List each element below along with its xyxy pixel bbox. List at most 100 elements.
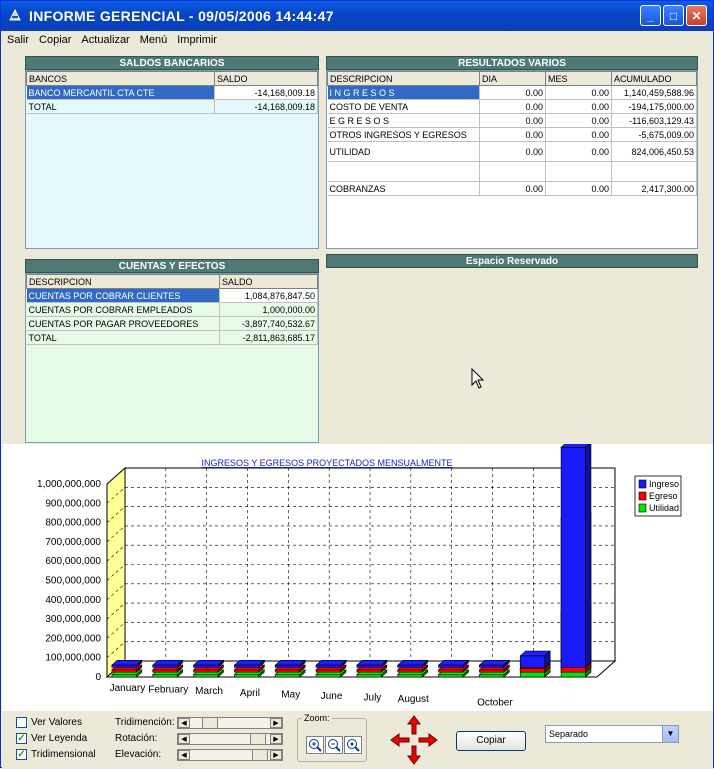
- cell-saldo[interactable]: -2,811,863,685.17: [219, 330, 318, 345]
- table-row[interactable]: CUENTAS POR PAGAR PROVEEDORES -3,897,740…: [26, 316, 318, 331]
- table-row[interactable]: TOTAL -14,168,009.18: [26, 99, 318, 114]
- table-row[interactable]: COBRANZAS 0.00 0.00 2,417,300.00: [327, 181, 697, 196]
- cell-dia[interactable]: 0.00: [479, 127, 546, 142]
- col-descripcion[interactable]: DESCRIPCION: [327, 71, 480, 86]
- col-dia[interactable]: DIA: [479, 71, 546, 86]
- y-tick-label: 100,000,000: [45, 653, 101, 664]
- cell-desc[interactable]: BANCO MERCANTIL CTA CTE: [26, 85, 215, 100]
- col-saldo[interactable]: SALDO: [214, 71, 318, 86]
- cell-dia[interactable]: 0.00: [479, 141, 546, 162]
- cell-saldo[interactable]: -14,168,009.18: [214, 85, 318, 100]
- table-row[interactable]: TOTAL -2,811,863,685.17: [26, 330, 318, 345]
- menu-actualizar[interactable]: Actualizar: [79, 34, 131, 46]
- title-bar[interactable]: INFORME GERENCIAL - 09/05/2006 14:44:47 …: [1, 1, 713, 31]
- col-descripcion[interactable]: DESCRIPCION: [26, 274, 220, 289]
- table-row[interactable]: BANCO MERCANTIL CTA CTE -14,168,009.18: [26, 85, 318, 100]
- table-row[interactable]: UTILIDAD 0.00 0.00 824,006,450.53: [327, 141, 697, 162]
- minimize-button[interactable]: _: [640, 5, 661, 26]
- zoom-reset-button[interactable]: [344, 736, 362, 754]
- cell-desc[interactable]: [327, 161, 480, 182]
- col-saldo[interactable]: SALDO: [219, 274, 318, 289]
- cell-mes[interactable]: 0.00: [545, 141, 612, 162]
- cell-acum[interactable]: -116,603,129.43: [611, 113, 697, 128]
- elevacion-slider[interactable]: ◀ ▶: [177, 749, 283, 761]
- col-mes[interactable]: MES: [545, 71, 612, 86]
- cell-desc[interactable]: CUENTAS POR PAGAR PROVEEDORES: [26, 316, 220, 331]
- cell-saldo[interactable]: 1,000,000.00: [219, 302, 318, 317]
- rotacion-slider[interactable]: ◀ ▶: [177, 733, 283, 745]
- cell-mes[interactable]: [545, 161, 612, 182]
- cell-acum[interactable]: [611, 161, 697, 182]
- table-row[interactable]: COSTO DE VENTA 0.00 0.00 -194,175,000.00: [327, 99, 697, 114]
- menu-copiar[interactable]: Copiar: [37, 34, 73, 46]
- pan-left-icon[interactable]: [390, 733, 410, 747]
- ver-leyenda-checkbox[interactable]: ✓ Ver Leyenda: [16, 733, 87, 744]
- cell-desc[interactable]: E G R E S O S: [327, 113, 480, 128]
- pan-down-icon[interactable]: [407, 745, 421, 765]
- cell-dia[interactable]: 0.00: [479, 85, 546, 100]
- cell-mes[interactable]: 0.00: [545, 181, 612, 196]
- col-bancos[interactable]: BANCOS: [26, 71, 215, 86]
- checkbox-box[interactable]: [16, 717, 27, 728]
- tridimension-slider[interactable]: ◀ ▶: [177, 717, 283, 729]
- pan-right-icon[interactable]: [418, 733, 438, 747]
- checkbox-box[interactable]: ✓: [16, 733, 27, 744]
- slider-right-arrow-icon[interactable]: ▶: [270, 750, 282, 760]
- cell-acum[interactable]: 1,140,459,588.96: [611, 85, 697, 100]
- copiar-button[interactable]: Copiar: [456, 731, 526, 751]
- table-row[interactable]: CUENTAS POR COBRAR EMPLEADOS 1,000,000.0…: [26, 302, 318, 317]
- table-row[interactable]: OTROS INGRESOS Y EGRESOS 0.00 0.00 -5,67…: [327, 127, 697, 142]
- table-row[interactable]: CUENTAS POR COBRAR CLIENTES 1,084,876,84…: [26, 288, 318, 303]
- cell-dia[interactable]: 0.00: [479, 113, 546, 128]
- zoom-in-button[interactable]: [306, 736, 324, 754]
- slider-left-arrow-icon[interactable]: ◀: [178, 750, 190, 760]
- maximize-button[interactable]: □: [663, 5, 684, 26]
- cell-desc[interactable]: CUENTAS POR COBRAR EMPLEADOS: [26, 302, 220, 317]
- slider-left-arrow-icon[interactable]: ◀: [178, 718, 190, 728]
- pan-up-icon[interactable]: [407, 715, 421, 735]
- cell-desc[interactable]: TOTAL: [26, 330, 220, 345]
- cell-desc[interactable]: COBRANZAS: [327, 181, 480, 196]
- cell-desc[interactable]: UTILIDAD: [327, 141, 480, 162]
- cell-acum[interactable]: -5,675,009.00: [611, 127, 697, 142]
- checkbox-box[interactable]: ✓: [16, 749, 27, 760]
- zoom-out-button[interactable]: [325, 736, 343, 754]
- tridimensional-checkbox[interactable]: ✓ Tridimensional: [16, 749, 96, 760]
- slider-thumb[interactable]: [250, 733, 266, 745]
- cell-mes[interactable]: 0.00: [545, 99, 612, 114]
- table-row[interactable]: I N G R E S O S 0.00 0.00 1,140,459,588.…: [327, 85, 697, 100]
- cell-desc[interactable]: COSTO DE VENTA: [327, 99, 480, 114]
- table-row[interactable]: E G R E S O S 0.00 0.00 -116,603,129.43: [327, 113, 697, 128]
- slider-right-arrow-icon[interactable]: ▶: [270, 734, 282, 744]
- chart-mode-select[interactable]: Separado ▼: [545, 725, 679, 743]
- slider-thumb[interactable]: [202, 717, 218, 729]
- cell-mes[interactable]: 0.00: [545, 85, 612, 100]
- menu-menu[interactable]: Menú: [138, 34, 170, 46]
- cell-saldo[interactable]: 1,084,876,847.50: [219, 288, 318, 303]
- slider-left-arrow-icon[interactable]: ◀: [178, 734, 190, 744]
- table-row[interactable]: [327, 161, 697, 182]
- cell-desc[interactable]: CUENTAS POR COBRAR CLIENTES: [26, 288, 220, 303]
- chevron-down-icon[interactable]: ▼: [662, 726, 678, 742]
- ver-valores-checkbox[interactable]: Ver Valores: [16, 717, 82, 728]
- cell-dia[interactable]: 0.00: [479, 99, 546, 114]
- cell-saldo[interactable]: -14,168,009.18: [214, 99, 318, 114]
- slider-right-arrow-icon[interactable]: ▶: [270, 718, 282, 728]
- cell-mes[interactable]: 0.00: [545, 127, 612, 142]
- menu-salir[interactable]: Salir: [5, 34, 31, 46]
- cell-mes[interactable]: 0.00: [545, 113, 612, 128]
- slider-thumb[interactable]: [252, 749, 268, 761]
- cell-desc[interactable]: OTROS INGRESOS Y EGRESOS: [327, 127, 480, 142]
- cell-desc[interactable]: TOTAL: [26, 99, 215, 114]
- cell-saldo[interactable]: -3,897,740,532.67: [219, 316, 318, 331]
- menu-imprimir[interactable]: Imprimir: [175, 34, 219, 46]
- cell-dia[interactable]: [479, 161, 546, 182]
- cell-acum[interactable]: 2,417,300.00: [611, 181, 697, 196]
- col-acumulado[interactable]: ACUMULADO: [611, 71, 697, 86]
- cell-acum[interactable]: 824,006,450.53: [611, 141, 697, 162]
- cell-desc[interactable]: I N G R E S O S: [327, 85, 480, 100]
- cell-dia[interactable]: 0.00: [479, 181, 546, 196]
- cell-acum[interactable]: -194,175,000.00: [611, 99, 697, 114]
- y-tick-label: 800,000,000: [45, 518, 101, 529]
- close-button[interactable]: ✕: [686, 5, 707, 26]
